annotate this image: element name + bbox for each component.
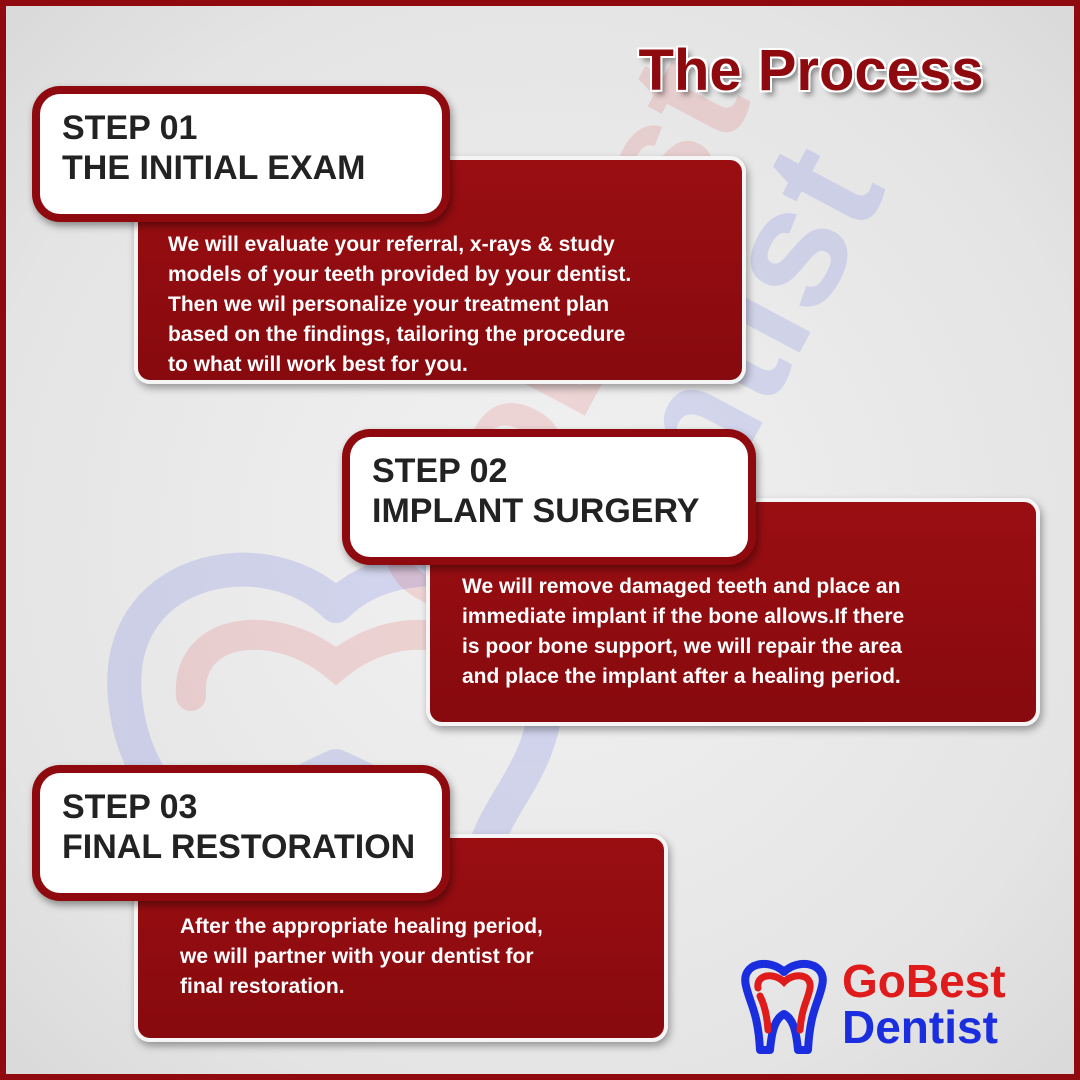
- step-1-line: models of your teeth provided by your de…: [168, 263, 632, 286]
- step-2-number: STEP 02: [372, 452, 508, 490]
- step-3-line: we will partner with your dentist for: [180, 945, 534, 968]
- step-2-line: immediate implant if the bone allows.If …: [462, 605, 905, 628]
- logo-text-line1: GoBest: [842, 955, 1006, 1007]
- page-title: The Process: [638, 38, 984, 103]
- step-3-title: FINAL RESTORATION: [62, 828, 416, 866]
- step-3-line: After the appropriate healing period,: [180, 915, 543, 938]
- step-1-line: We will evaluate your referral, x-rays &…: [168, 233, 615, 256]
- step-2-line: is poor bone support, we will repair the…: [462, 635, 902, 658]
- step-2-line: and place the implant after a healing pe…: [462, 665, 901, 688]
- infographic-frame: GoBest Dentist The Process We will evalu…: [0, 0, 1080, 1080]
- step-2-line: We will remove damaged teeth and place a…: [462, 575, 901, 598]
- logo-text-line2: Dentist: [842, 1001, 998, 1053]
- step-1-title: THE INITIAL EXAM: [62, 149, 366, 187]
- step-1-badge: STEP 01 THE INITIAL EXAM: [32, 86, 450, 222]
- step-1-number: STEP 01: [62, 109, 198, 147]
- brand-logo: GoBest Dentist: [736, 956, 1056, 1056]
- step-2-title: IMPLANT SURGERY: [372, 492, 700, 530]
- step-3-number: STEP 03: [62, 788, 198, 826]
- tooth-icon: [741, 960, 827, 1054]
- step-1-line: based on the findings, tailoring the pro…: [168, 323, 626, 346]
- step-3-line: final restoration.: [180, 975, 345, 998]
- step-1-line: to what will work best for you.: [168, 353, 468, 376]
- step-3-badge: STEP 03 FINAL RESTORATION: [32, 765, 450, 901]
- step-2-badge: STEP 02 IMPLANT SURGERY: [342, 429, 756, 565]
- step-1-line: Then we wil personalize your treatment p…: [168, 293, 610, 316]
